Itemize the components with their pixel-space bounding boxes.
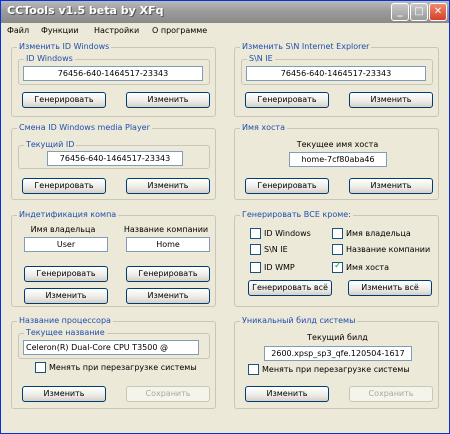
windows-id-field-frame: ID Windows 76456-640-1464517-23343 [18, 54, 210, 85]
owner-change-button[interactable]: Изменить [24, 288, 108, 304]
processor-save-button[interactable]: Сохранить [126, 386, 210, 402]
minimize-button[interactable]: _ [391, 3, 409, 21]
build-reboot-checkbox[interactable] [248, 364, 259, 375]
wmp-id-group-title: Смена ID Windows media Player [17, 123, 152, 132]
ie-serial-field-label: S\N IE [247, 54, 275, 63]
wmp-id-field-label: Текущий ID [24, 140, 77, 149]
exclude-wmp-checkbox[interactable] [250, 262, 261, 273]
windows-id-group-title: Изменить ID Windows [17, 42, 112, 51]
build-reboot-label: Менять при перезагрузке системы [262, 365, 410, 374]
wmp-id-field-frame: Текущий ID 76456-640-1464517-23343 [18, 140, 210, 169]
exclude-host-label: Имя хоста [346, 263, 389, 272]
ie-serial-group: Изменить S\N Internet Explorer S\N IE 76… [234, 42, 439, 117]
build-group: Уникальный билд системы Текущий билд 260… [234, 316, 439, 409]
close-button[interactable]: ✕ [429, 3, 447, 21]
ie-serial-change-button[interactable]: Изменить [349, 92, 433, 108]
host-name-input[interactable]: home-7cf80aba46 [289, 152, 387, 167]
generate-all-button[interactable]: Генерировать всё [248, 280, 332, 296]
identification-group-title: Индетификация компа [17, 210, 119, 219]
exclude-company-label: Название компании [346, 245, 431, 254]
generate-all-group: Генерировать ВСЕ кроме: ID Windows Имя в… [234, 210, 439, 307]
processor-name-input[interactable]: Celeron(R) Dual-Core CPU T3500 @ [23, 340, 199, 355]
window-title: CCTools v1.5 beta by XFq [7, 4, 164, 17]
exclude-ie-checkbox[interactable] [250, 244, 261, 255]
company-label: Название компании [123, 225, 209, 234]
ie-serial-generate-button[interactable]: Генерировать [245, 92, 329, 108]
processor-group-title: Название процессора [17, 316, 113, 325]
processor-field-label: Текущее название [24, 328, 107, 337]
ie-serial-field-frame: S\N IE 76456-640-1464517-23343 [241, 54, 433, 85]
processor-change-button[interactable]: Изменить [22, 386, 106, 402]
processor-group: Название процессора Текущее название Cel… [11, 316, 216, 409]
processor-reboot-checkbox[interactable] [35, 362, 46, 373]
menu-settings[interactable]: Настройки [94, 26, 139, 35]
company-generate-button[interactable]: Генерировать [126, 266, 210, 282]
owner-generate-button[interactable]: Генерировать [24, 266, 108, 282]
menu-bar: Файл Функции Настройки О программе [1, 23, 449, 39]
exclude-windows-id-label: ID Windows [264, 229, 311, 238]
company-change-button[interactable]: Изменить [126, 288, 210, 304]
windows-id-change-button[interactable]: Изменить [126, 92, 210, 108]
processor-field-frame: Текущее название Celeron(R) Dual-Core CP… [18, 328, 210, 359]
owner-input[interactable]: User [24, 237, 108, 252]
build-field-label: Текущий билд [307, 333, 368, 342]
host-change-button[interactable]: Изменить [349, 178, 433, 194]
ie-serial-input[interactable]: 76456-640-1464517-23343 [246, 66, 426, 81]
windows-id-group: Изменить ID Windows ID Windows 76456-640… [11, 42, 216, 117]
host-field-label: Текущее имя хоста [296, 140, 379, 149]
build-input[interactable]: 2600.xpsp_sp3_qfe.120504-1617 [264, 346, 412, 361]
windows-id-field-label: ID Windows [24, 54, 75, 63]
company-input[interactable]: Home [126, 237, 210, 252]
exclude-company-checkbox[interactable] [332, 244, 343, 255]
exclude-host-checkbox[interactable] [332, 261, 343, 273]
host-group-title: Имя хоста [240, 123, 287, 132]
build-group-title: Уникальный билд системы [240, 316, 358, 325]
exclude-owner-checkbox[interactable] [332, 228, 343, 239]
menu-about[interactable]: О программе [152, 26, 207, 35]
title-bar[interactable]: CCTools v1.5 beta by XFq _ □ ✕ [1, 1, 449, 23]
exclude-ie-label: S\N IE [264, 245, 288, 254]
host-group: Имя хоста Текущее имя хоста home-7cf80ab… [234, 123, 439, 200]
maximize-button[interactable]: □ [410, 3, 428, 21]
ie-serial-group-title: Изменить S\N Internet Explorer [240, 42, 372, 51]
build-save-button[interactable]: Сохранить [349, 386, 433, 402]
host-generate-button[interactable]: Генерировать [245, 178, 329, 194]
windows-id-generate-button[interactable]: Генерировать [22, 92, 106, 108]
menu-file[interactable]: Файл [7, 26, 29, 35]
app-window: CCTools v1.5 beta by XFq _ □ ✕ Файл Функ… [0, 0, 450, 434]
menu-functions[interactable]: Функции [41, 26, 79, 35]
exclude-owner-label: Имя владельца [346, 229, 411, 238]
wmp-id-group: Смена ID Windows media Player Текущий ID… [11, 123, 216, 200]
wmp-id-generate-button[interactable]: Генерировать [22, 178, 106, 194]
generate-all-group-title: Генерировать ВСЕ кроме: [240, 210, 353, 219]
exclude-wmp-label: ID WMP [264, 263, 295, 272]
wmp-id-input[interactable]: 76456-640-1464517-23343 [47, 151, 183, 166]
change-all-button[interactable]: Изменить всё [348, 280, 432, 296]
wmp-id-change-button[interactable]: Изменить [126, 178, 210, 194]
windows-id-input[interactable]: 76456-640-1464517-23343 [23, 66, 203, 81]
owner-label: Имя владельца [30, 225, 96, 234]
exclude-windows-id-checkbox[interactable] [250, 228, 261, 239]
build-change-button[interactable]: Изменить [245, 386, 329, 402]
processor-reboot-label: Менять при перезагрузке системы [49, 363, 197, 372]
identification-group: Индетификация компа Имя владельца Назван… [11, 210, 216, 307]
